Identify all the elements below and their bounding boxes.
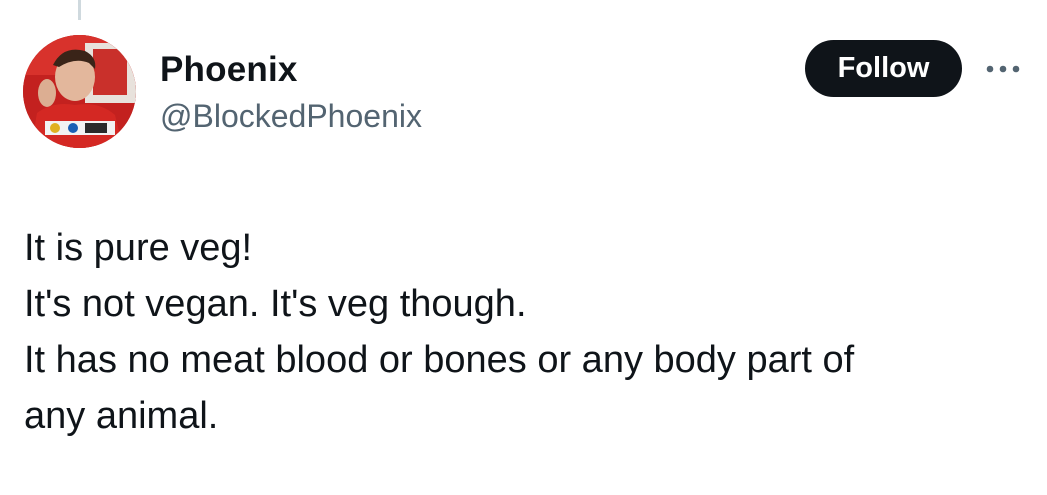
author-display-name[interactable]: Phoenix [160, 50, 298, 90]
more-options-button[interactable] [983, 55, 1023, 83]
author-handle[interactable]: @BlockedPhoenix [160, 98, 422, 135]
avatar-photo-icon [23, 35, 136, 148]
tweet-line: It's not vegan. It's veg though. [24, 283, 527, 325]
tweet-line: It has no meat blood or bones or any bod… [24, 339, 855, 381]
author-avatar[interactable] [23, 35, 136, 148]
tweet-line: any animal. [24, 395, 219, 437]
follow-button[interactable]: Follow [805, 40, 962, 97]
tweet-body: It is pure veg! It's not vegan. It's veg… [24, 220, 1014, 444]
tweet-line: It is pure veg! [24, 227, 253, 269]
thread-connector-line [78, 0, 81, 20]
more-horizontal-icon [986, 65, 1020, 73]
tweet-card: Phoenix @BlockedPhoenix Follow It is pur… [0, 0, 1047, 495]
